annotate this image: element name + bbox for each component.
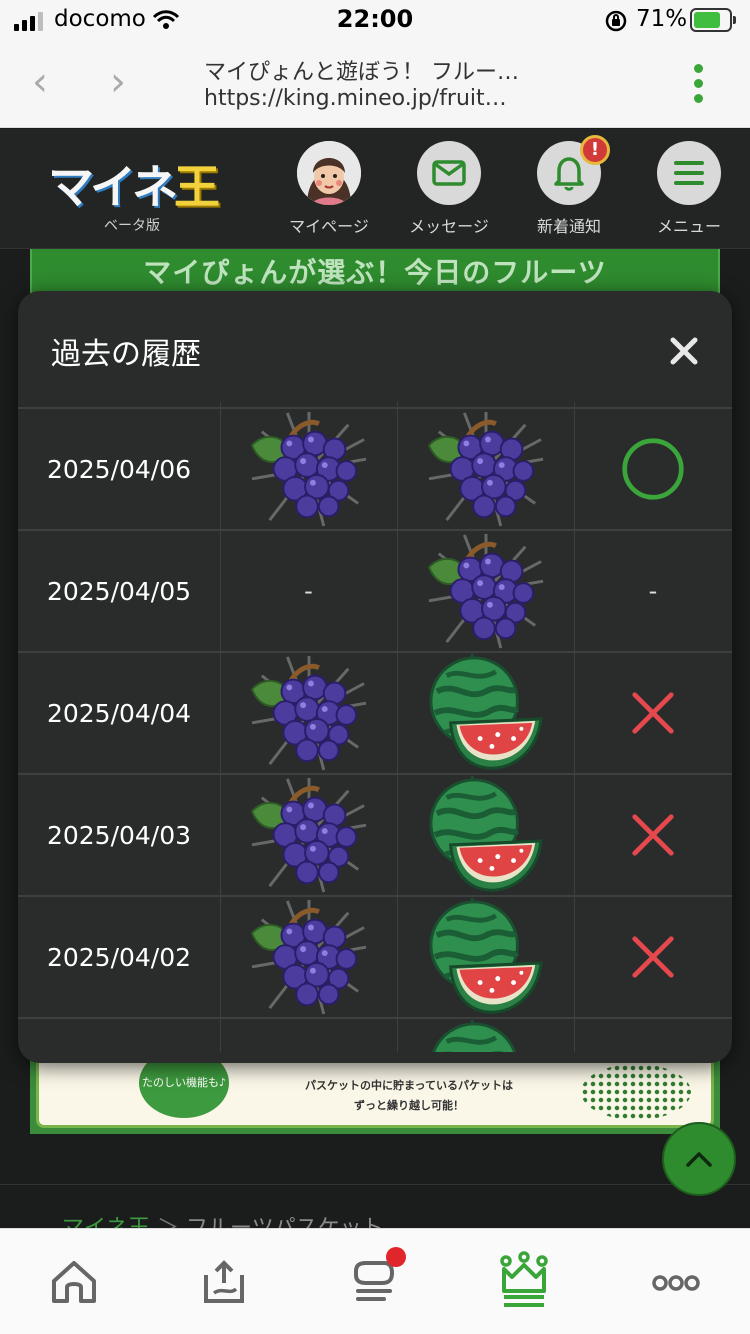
url-field[interactable]: https://king.mineo.jp/fruit… [204, 86, 507, 111]
grape-icon [397, 409, 574, 529]
site-header: マイネ王 ベータ版 マイページ メッセージ ! 新着通知 メニュー [0, 129, 750, 249]
share-tab[interactable] [194, 1251, 254, 1311]
cross-result-icon [574, 897, 732, 1017]
row-result-empty: - [648, 577, 658, 605]
orientation-lock-icon [604, 9, 628, 37]
promo-line1: パスケットの中に貯まっているパケットは [304, 1079, 513, 1092]
logo-text-king: 王 [174, 160, 220, 214]
grape-icon [220, 409, 397, 529]
watermelon-icon [397, 897, 574, 1017]
table-row: 2025/04/04 [18, 651, 732, 773]
table-row: 2025/04/02 [18, 895, 732, 1017]
browser-toolbar: ‹ › マイぴょんと遊ぼう！ フルー… https://king.mineo.j… [0, 42, 750, 128]
row-date: 2025/04/04 [46, 698, 192, 728]
battery-percent: 71% [636, 6, 688, 32]
back-button[interactable]: ‹ [32, 60, 48, 104]
header-mypage[interactable]: マイページ [274, 141, 384, 237]
mypage-label: マイページ [289, 217, 369, 236]
page-title[interactable]: マイぴょんと遊ぼう！ フルー… [204, 54, 519, 86]
circle-result-icon [574, 409, 732, 529]
notification-label: 新着通知 [536, 217, 601, 236]
divider [0, 1184, 750, 1185]
watermelon-icon [397, 653, 574, 773]
promo-line2: ずっと繰り越し可能！ [354, 1099, 464, 1112]
bottom-tab-bar [0, 1228, 750, 1334]
row-pick-empty: - [304, 577, 313, 605]
table-row [18, 1017, 732, 1052]
header-menu[interactable]: メニュー [634, 141, 744, 237]
row-date: 2025/04/02 [46, 942, 192, 972]
browser-menu-icon[interactable] [694, 64, 706, 109]
banner-title: マイぴょんが選ぶ！今日のフルーツ [143, 256, 607, 289]
grape-icon [220, 775, 397, 895]
history-table[interactable]: 2025/04/06 2025/04/05 - - 2025/04/04 202… [18, 402, 732, 1052]
promo-banner[interactable]: たのしい機能も♪ パスケットの中に貯まっているパケットは ずっと繰り越し可能！ [30, 1048, 720, 1134]
more-icon [652, 1275, 700, 1291]
promo-text: パスケットの中に貯まっているパケットは ずっと繰り越し可能！ [279, 1076, 539, 1116]
notification-badge: ! [580, 135, 610, 165]
grape-icon [220, 897, 397, 1017]
watermelon-icon [397, 1019, 574, 1052]
header-message[interactable]: メッセージ [394, 141, 504, 237]
logo-beta-label: ベータ版 [104, 218, 160, 234]
grape-icon [220, 653, 397, 773]
status-bar: docomo 22:00 71% [0, 0, 750, 42]
grape-icon [397, 531, 574, 651]
envelope-icon [417, 141, 481, 205]
home-tab[interactable] [44, 1251, 104, 1311]
chat-badge [386, 1247, 406, 1267]
battery-icon [690, 8, 736, 32]
row-date: 2025/04/05 [46, 576, 192, 606]
chevron-up-icon [686, 1152, 712, 1167]
avatar-icon [297, 141, 361, 205]
table-row: 2025/04/05 - - [18, 529, 732, 651]
forward-button[interactable]: › [110, 60, 126, 104]
cross-result-icon [574, 775, 732, 895]
promo-dots-decoration [581, 1064, 691, 1120]
modal-title: 過去の履歴 [51, 337, 201, 372]
menu-label: メニュー [656, 217, 721, 236]
row-date: 2025/04/06 [46, 454, 192, 484]
crown-icon [500, 1251, 548, 1307]
site-logo[interactable]: マイネ王 ベータ版 [48, 151, 220, 235]
table-row: 2025/04/06 [18, 407, 732, 529]
more-tab[interactable] [644, 1251, 704, 1311]
scroll-top-button[interactable] [662, 1122, 736, 1196]
tray-upload-icon [204, 1260, 244, 1303]
chat-tab[interactable] [344, 1247, 406, 1311]
logo-text: マイネ [48, 160, 178, 214]
home-icon [52, 1261, 96, 1303]
close-icon[interactable] [664, 331, 704, 371]
message-label: メッセージ [409, 217, 489, 236]
history-modal: 過去の履歴 2025/04/06 2025/04/05 - - 2025/04/… [18, 291, 732, 1063]
table-row: 2025/04/03 [18, 773, 732, 895]
cross-result-icon [574, 653, 732, 773]
king-tab[interactable] [494, 1251, 554, 1311]
header-notification[interactable]: ! 新着通知 [514, 135, 624, 237]
watermelon-icon [397, 775, 574, 895]
hamburger-icon [657, 141, 721, 205]
row-date: 2025/04/03 [46, 820, 192, 850]
